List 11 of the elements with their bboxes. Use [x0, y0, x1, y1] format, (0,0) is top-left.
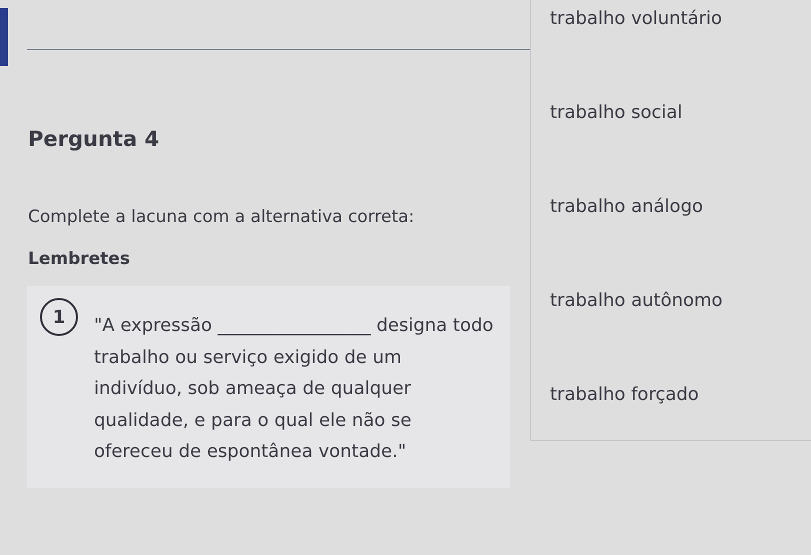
answer-option[interactable]: trabalho análogo	[550, 196, 811, 290]
question-prompt: Complete a lacuna com a alternativa correta:	[28, 207, 416, 227]
answer-option[interactable]: trabalho autônomo	[550, 290, 811, 384]
reminder-text: "A expressão _________________ designa todo trabalho ou serviço exigido de um indivíduo, sob ameaça de qualquer qualidade, e para o qual ele não se ofereceu de espontânea vontade."	[94, 314, 494, 464]
reminders-heading: Lembretes	[28, 249, 131, 269]
answer-option[interactable]: trabalho social	[550, 102, 811, 196]
answer-option[interactable]: trabalho forçado	[550, 384, 811, 478]
question-title: Pergunta 4	[28, 127, 160, 151]
accent-bar	[0, 8, 8, 66]
number-badge: 1	[40, 298, 78, 336]
answer-option[interactable]: trabalho voluntário	[550, 8, 811, 102]
